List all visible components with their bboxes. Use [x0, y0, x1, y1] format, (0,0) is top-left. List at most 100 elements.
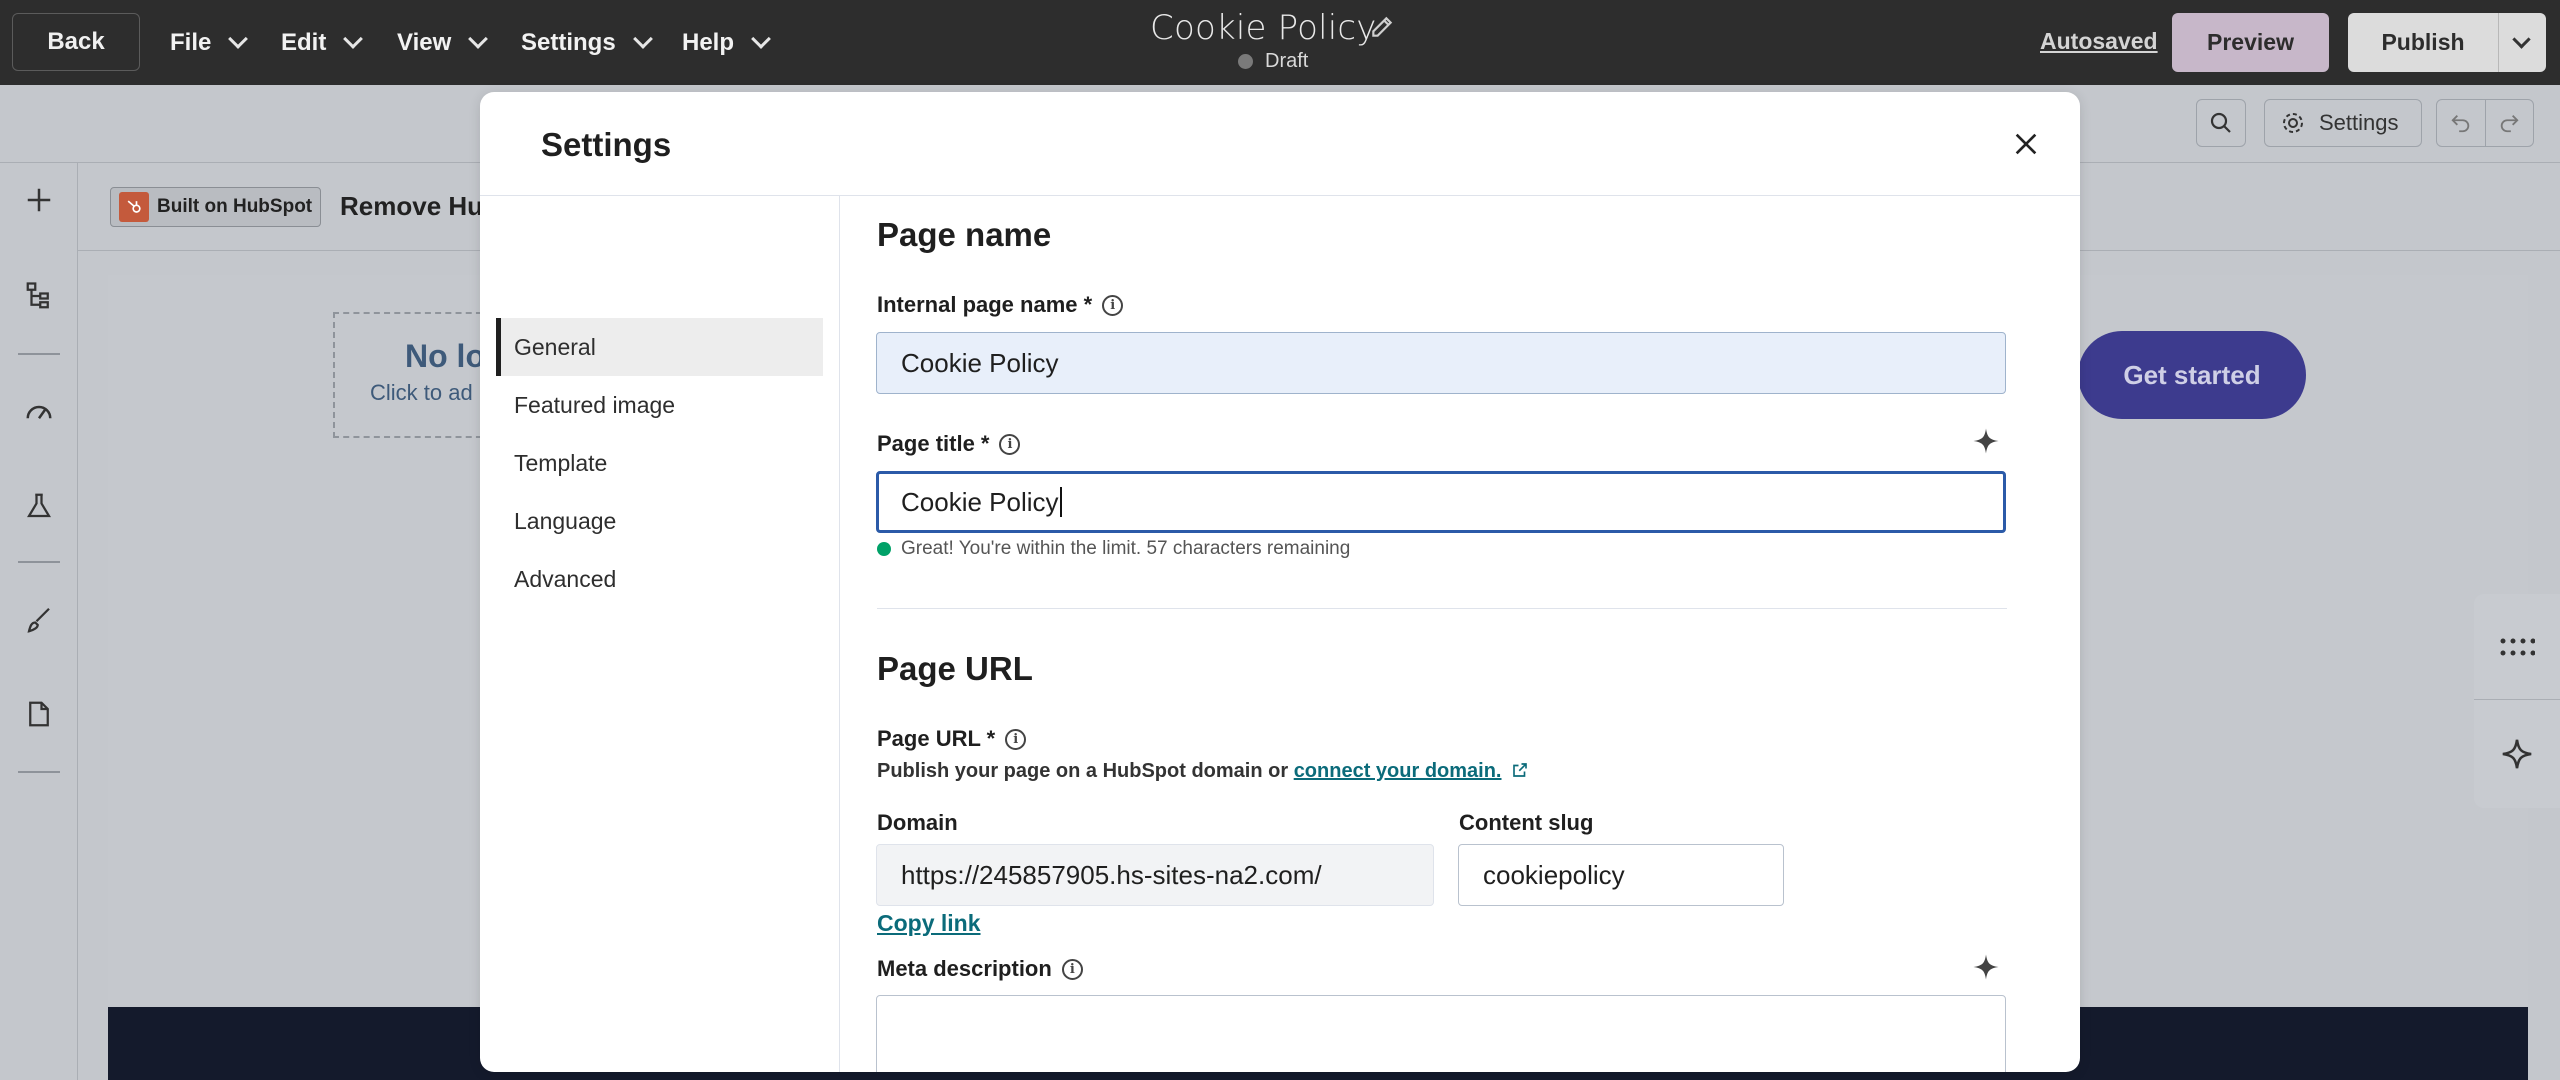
menu-settings[interactable]: Settings: [521, 0, 653, 85]
page-title-input[interactable]: Cookie Policy: [876, 471, 2006, 533]
page-url-desc-text: Publish your page on a HubSpot domain or: [877, 760, 1289, 782]
search-button[interactable]: [2196, 99, 2246, 147]
pencil-icon[interactable]: [1369, 14, 1395, 40]
preview-button[interactable]: Preview: [2172, 13, 2329, 72]
undo-button[interactable]: [2437, 112, 2485, 134]
title-hint-text: Great! You're within the limit. 57 chara…: [901, 538, 1351, 559]
content-slug-input[interactable]: cookiepolicy: [1458, 844, 1784, 906]
menu-file-label: File: [170, 28, 212, 56]
rail-divider: [18, 771, 60, 773]
close-icon[interactable]: [2010, 128, 2042, 160]
section-divider: [877, 608, 2007, 609]
toolbar-settings-button[interactable]: Settings: [2264, 99, 2422, 147]
editor-topbar: Back File Edit View Settings Help Cookie…: [0, 0, 2560, 85]
nav-language[interactable]: Language: [496, 492, 823, 550]
connect-domain-link[interactable]: connect your domain.: [1294, 760, 1502, 782]
sparkle-icon[interactable]: [1971, 426, 2001, 456]
redo-button[interactable]: [2486, 112, 2534, 134]
sparkle-icon[interactable]: [1971, 952, 2001, 982]
status-badge: Draft: [1238, 50, 1308, 73]
right-dock: [2474, 594, 2560, 808]
nav-featured-image[interactable]: Featured image: [496, 376, 823, 434]
remove-hubspot-link[interactable]: Remove Hu: [340, 191, 483, 222]
page-url-description: Publish your page on a HubSpot domain or…: [877, 760, 1529, 783]
meta-label-text: Meta description: [877, 956, 1052, 981]
gauge-icon: [26, 405, 52, 419]
page-title: Cookie Policy: [1150, 8, 1377, 48]
info-icon[interactable]: i: [1061, 958, 1083, 980]
settings-modal: Settings General Featured image Template…: [480, 92, 2080, 1072]
publish-label: Publish: [2381, 29, 2465, 55]
page-title-label: Page title * i: [877, 431, 1021, 457]
info-icon[interactable]: i: [999, 433, 1021, 455]
page-files-button[interactable]: [22, 697, 56, 731]
chevron-down-icon: [228, 28, 249, 49]
apps-button[interactable]: [2474, 594, 2560, 700]
grid-dots-icon: [2500, 638, 2535, 655]
nav-template[interactable]: Template: [496, 434, 823, 492]
external-link-icon: [1513, 763, 1527, 777]
test-button[interactable]: [22, 489, 56, 523]
modal-header: Settings: [480, 92, 2080, 196]
undo-redo-group: [2436, 99, 2534, 147]
modal-title: Settings: [541, 126, 672, 163]
status-dot: [1238, 54, 1253, 69]
back-button[interactable]: Back: [12, 13, 140, 71]
plus-icon: [27, 188, 51, 212]
domain-label: Domain: [877, 810, 958, 835]
chevron-down-icon: [343, 28, 364, 49]
meta-description-textarea[interactable]: [876, 995, 2006, 1072]
menu-view-label: View: [397, 28, 452, 56]
search-icon: [2210, 112, 2231, 133]
info-icon[interactable]: i: [1102, 294, 1124, 316]
rail-divider: [18, 353, 60, 355]
toolbar-settings-label: Settings: [2319, 110, 2399, 135]
page-url-heading: Page URL: [877, 650, 1033, 687]
layers-button[interactable]: [22, 279, 56, 313]
logo-placeholder-hint: Click to ad: [370, 380, 473, 405]
content-slug-label: Content slug: [1459, 810, 1594, 835]
file-icon: [29, 701, 49, 727]
menu-settings-label: Settings: [521, 28, 616, 56]
page-title-label-text: Page title *: [877, 431, 990, 456]
page-url-label-text: Page URL *: [877, 726, 996, 751]
redo-icon: [2501, 115, 2519, 133]
menu-help[interactable]: Help: [682, 0, 771, 85]
meta-description-label: Meta description i: [877, 956, 1083, 982]
ai-assistant-button[interactable]: [2474, 700, 2560, 808]
built-badge-label: Built on HubSpot: [157, 196, 313, 217]
built-on-hubspot-badge[interactable]: Built on HubSpot: [110, 187, 322, 227]
text-caret: [1059, 487, 1062, 517]
publish-divider: [2498, 13, 2499, 72]
undo-icon: [2451, 115, 2469, 133]
internal-name-label: Internal page name * i: [877, 292, 1124, 318]
sparkle-icon: [2502, 739, 2532, 769]
info-icon[interactable]: i: [1005, 728, 1027, 750]
chevron-down-icon: [468, 28, 489, 49]
copy-link-button[interactable]: Copy link: [877, 910, 981, 937]
autosaved-link[interactable]: Autosaved: [2040, 28, 2158, 55]
get-started-button[interactable]: Get started: [2078, 331, 2306, 419]
menu-view[interactable]: View: [397, 0, 489, 85]
page-title-value: Cookie Policy: [901, 486, 1059, 517]
publish-button[interactable]: Publish: [2348, 13, 2546, 72]
menu-help-label: Help: [682, 28, 735, 56]
nav-advanced[interactable]: Advanced: [496, 550, 823, 608]
design-button[interactable]: [22, 603, 56, 637]
domain-select[interactable]: https://245857905.hs-sites-na2.com/: [876, 844, 1434, 906]
brush-icon: [27, 607, 50, 633]
internal-page-name-input[interactable]: Cookie Policy: [876, 332, 2006, 394]
title-hint: Great! You're within the limit. 57 chara…: [877, 538, 1350, 560]
settings-nav: General Featured image Template Language…: [480, 196, 840, 1072]
page-name-heading: Page name: [877, 216, 1052, 253]
menu-edit[interactable]: Edit: [281, 0, 364, 85]
add-module-button[interactable]: [22, 183, 56, 217]
logo-placeholder-title: No lo: [405, 338, 485, 374]
nav-general[interactable]: General: [496, 318, 823, 376]
optimize-button[interactable]: [22, 395, 56, 429]
chevron-down-icon: [751, 28, 771, 49]
chevron-down-icon[interactable]: [2512, 30, 2531, 49]
chevron-down-icon: [632, 28, 653, 49]
hubspot-logo-icon: [119, 192, 149, 222]
menu-file[interactable]: File: [170, 0, 249, 85]
